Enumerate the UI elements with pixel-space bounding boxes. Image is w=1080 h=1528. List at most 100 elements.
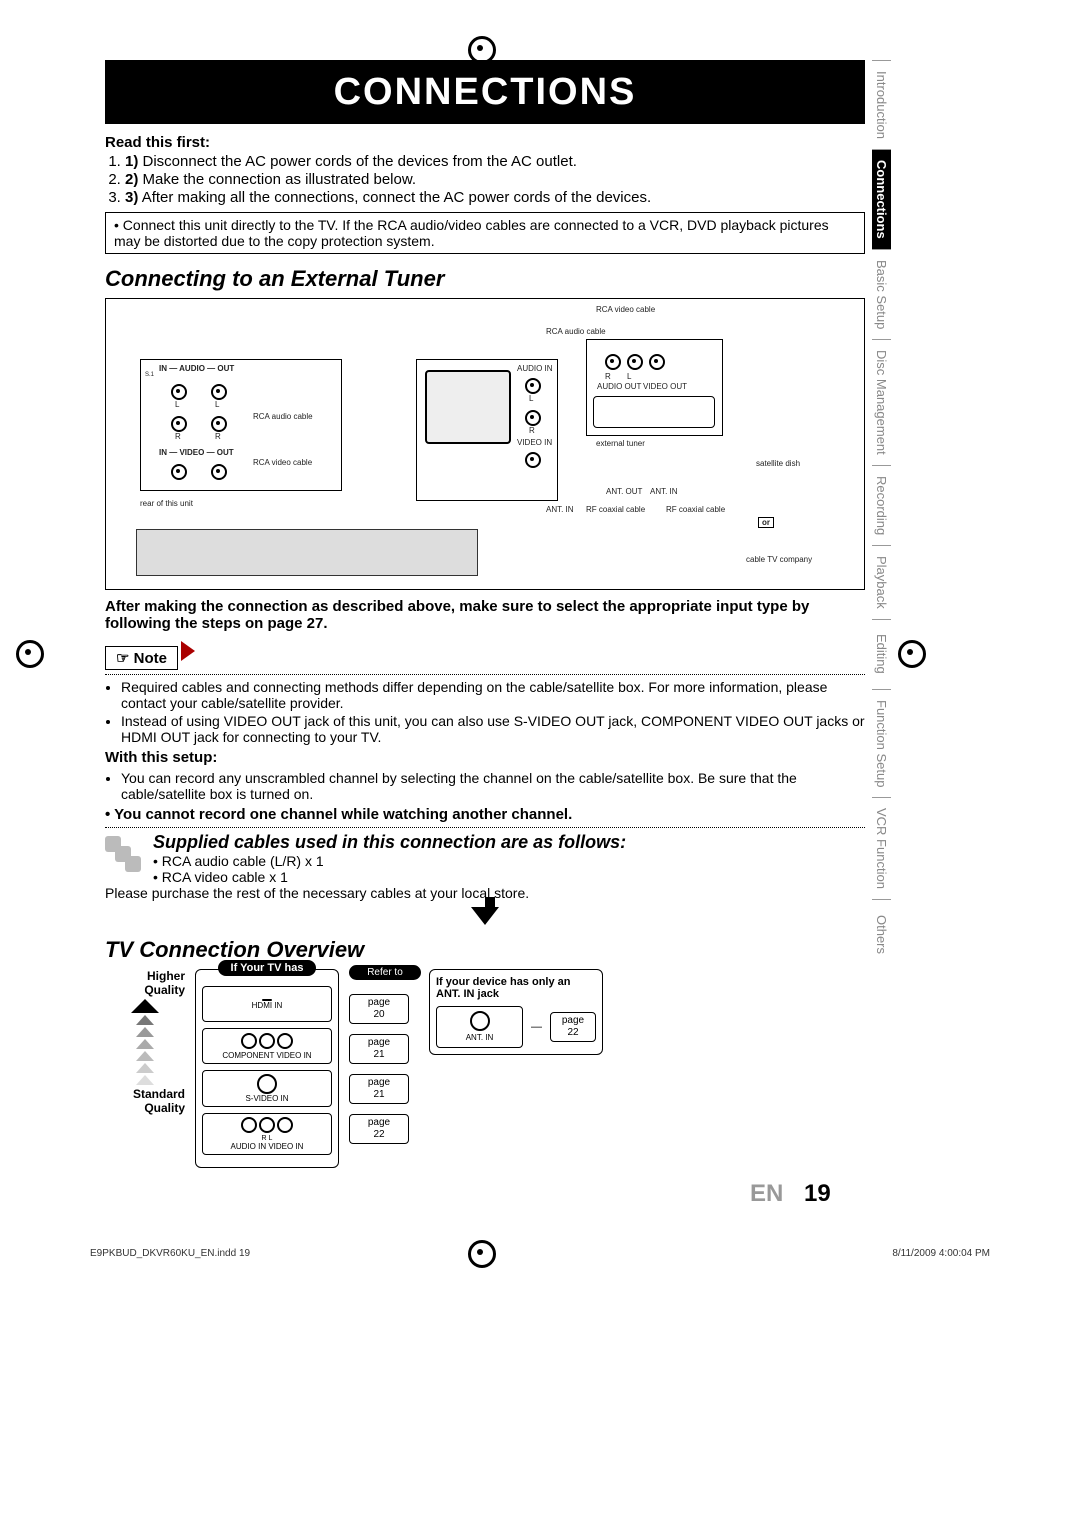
triangle-up-icon: [136, 1027, 154, 1037]
label-rca-video: RCA video cable: [596, 305, 655, 314]
connection-diagram: RCA video cable RCA audio cable IN — AUD…: [105, 298, 865, 590]
label-or: or: [758, 517, 774, 528]
note-badge: ☞ Note: [105, 646, 178, 670]
ant-heading: If your device has only an ANT. IN jack: [436, 976, 596, 1000]
tab-playback: Playback: [872, 545, 891, 619]
ant-in-column: If your device has only an ANT. IN jack …: [429, 969, 603, 1055]
with-setup-heading: With this setup:: [105, 749, 865, 766]
triangle-up-icon: [136, 1075, 154, 1085]
jack-icon: [211, 384, 227, 400]
note-bullets: Required cables and connecting methods d…: [105, 679, 865, 745]
tab-connections: Connections: [872, 149, 891, 249]
jack-icon: [525, 378, 541, 394]
note-bullet-1: Required cables and connecting methods d…: [121, 679, 865, 711]
standard-quality-label: Standard Quality: [105, 1087, 185, 1115]
jack-icon: [241, 1033, 257, 1049]
info-box: • Connect this unit directly to the TV. …: [105, 212, 865, 254]
label-l: L: [529, 394, 533, 403]
imprint-file: E9PKBUD_DKVR60KU_EN.indd 19: [90, 1248, 250, 1259]
label-r: R: [215, 432, 221, 441]
setup-bullets: You can record any unscrambled channel b…: [105, 770, 865, 802]
label-r2: R: [605, 372, 611, 381]
jack-icon: [525, 452, 541, 468]
tab-vcr-function: VCR Function: [872, 797, 891, 899]
tab-editing: Editing: [872, 619, 891, 689]
page-ref-21a: page21: [349, 1034, 409, 1064]
imprint-timestamp: 8/11/2009 4:00:04 PM: [892, 1248, 990, 1259]
page-num: 19: [804, 1180, 831, 1207]
jack-icon: [241, 1117, 257, 1133]
label-external-tuner: external tuner: [596, 439, 645, 448]
label-satellite: satellite dish: [756, 459, 800, 468]
step-1: Disconnect the AC power cords of the dev…: [143, 153, 577, 170]
tuner-box: R L AUDIO OUT VIDEO OUT: [586, 339, 723, 436]
label-ant-in2: ANT. IN: [650, 487, 678, 496]
unit-illustration: [136, 529, 478, 576]
arrow-down-icon: [471, 907, 499, 925]
jack-icon: [259, 1033, 275, 1049]
tab-disc-management: Disc Management: [872, 339, 891, 465]
triangle-up-icon: [136, 1063, 154, 1073]
arrow-icon: [181, 641, 195, 661]
page-title: CONNECTIONS: [105, 60, 865, 124]
step-2: Make the connection as illustrated below…: [143, 171, 417, 188]
label-rf2: RF coaxial cable: [666, 505, 725, 514]
label-r: R: [175, 432, 181, 441]
page-ref-22a: page22: [349, 1114, 409, 1144]
setup-bullet-1: You can record any unscrambled channel b…: [121, 770, 865, 802]
triangle-up-icon: [131, 999, 159, 1013]
higher-quality-label: Higher Quality: [105, 969, 185, 997]
tab-function-setup: Function Setup: [872, 689, 891, 797]
supplied-purchase: Please purchase the rest of the necessar…: [105, 885, 529, 901]
print-imprint: E9PKBUD_DKVR60KU_EN.indd 19 8/11/2009 4:…: [90, 1248, 990, 1259]
tab-basic-setup: Basic Setup: [872, 249, 891, 339]
jack-icon: [211, 464, 227, 480]
opt-hdmi: HDMI IN: [202, 986, 332, 1022]
triangle-up-icon: [136, 1015, 154, 1025]
jack-icon: [171, 384, 187, 400]
label-rca-audio2: RCA audio cable: [253, 412, 313, 421]
jack-icon: [171, 416, 187, 432]
tab-recording: Recording: [872, 465, 891, 545]
divider: [105, 674, 865, 675]
tv-screen-icon: [425, 370, 511, 444]
jack-icon: [627, 354, 643, 370]
registration-mark-icon: [16, 640, 44, 668]
label-video-out: VIDEO OUT: [643, 382, 687, 391]
jack-icon: [277, 1033, 293, 1049]
label-in-video-out: IN — VIDEO — OUT: [159, 448, 234, 457]
label-audio-out: AUDIO OUT: [597, 382, 641, 391]
jack-icon: [525, 410, 541, 426]
jack-icon: [259, 1117, 275, 1133]
step-3: After making all the connections, connec…: [142, 189, 651, 206]
hand-icon: ☞: [116, 650, 129, 667]
label-l2: L: [627, 372, 631, 381]
supplied-item-2: RCA video cable x 1: [162, 869, 288, 885]
label-ant-in: ANT. IN: [546, 505, 574, 514]
cable-icons: [105, 836, 145, 876]
refer-to-header: Refer to: [349, 965, 421, 980]
opt-svideo: S-VIDEO IN: [202, 1070, 332, 1107]
label-s1: S.1: [145, 372, 154, 378]
opt-av-sub: R L: [262, 1135, 273, 1142]
jack-icon: [277, 1117, 293, 1133]
jack-icon: [649, 354, 665, 370]
supplied-item-1: RCA audio cable (L/R) x 1: [162, 853, 324, 869]
label-rear: rear of this unit: [140, 499, 193, 508]
read-first-heading: Read this first:: [105, 134, 865, 151]
note-label: Note: [134, 650, 167, 667]
jack-icon: [211, 416, 227, 432]
unit-rear-box: IN — AUDIO — OUT S.1 L L R R IN — VIDEO …: [140, 359, 342, 491]
page-number: EN 19: [750, 1180, 831, 1208]
section-tabs: Introduction Connections Basic Setup Dis…: [872, 60, 902, 969]
supplied-title: Supplied cables used in this connection …: [105, 832, 865, 853]
label-r: R: [529, 426, 535, 435]
opt-av-label: AUDIO IN VIDEO IN: [231, 1142, 304, 1151]
tv-overview-table: Higher Quality Standard Quality If Your …: [105, 969, 865, 1168]
label-rca-audio: RCA audio cable: [546, 327, 606, 336]
coax-port-icon: [470, 1011, 490, 1031]
info-text: Connect this unit directly to the TV. If…: [114, 217, 829, 249]
divider: [105, 827, 865, 828]
read-first-steps: 1) Disconnect the AC power cords of the …: [105, 153, 865, 206]
ant-jack-label: ANT. IN: [466, 1033, 494, 1042]
